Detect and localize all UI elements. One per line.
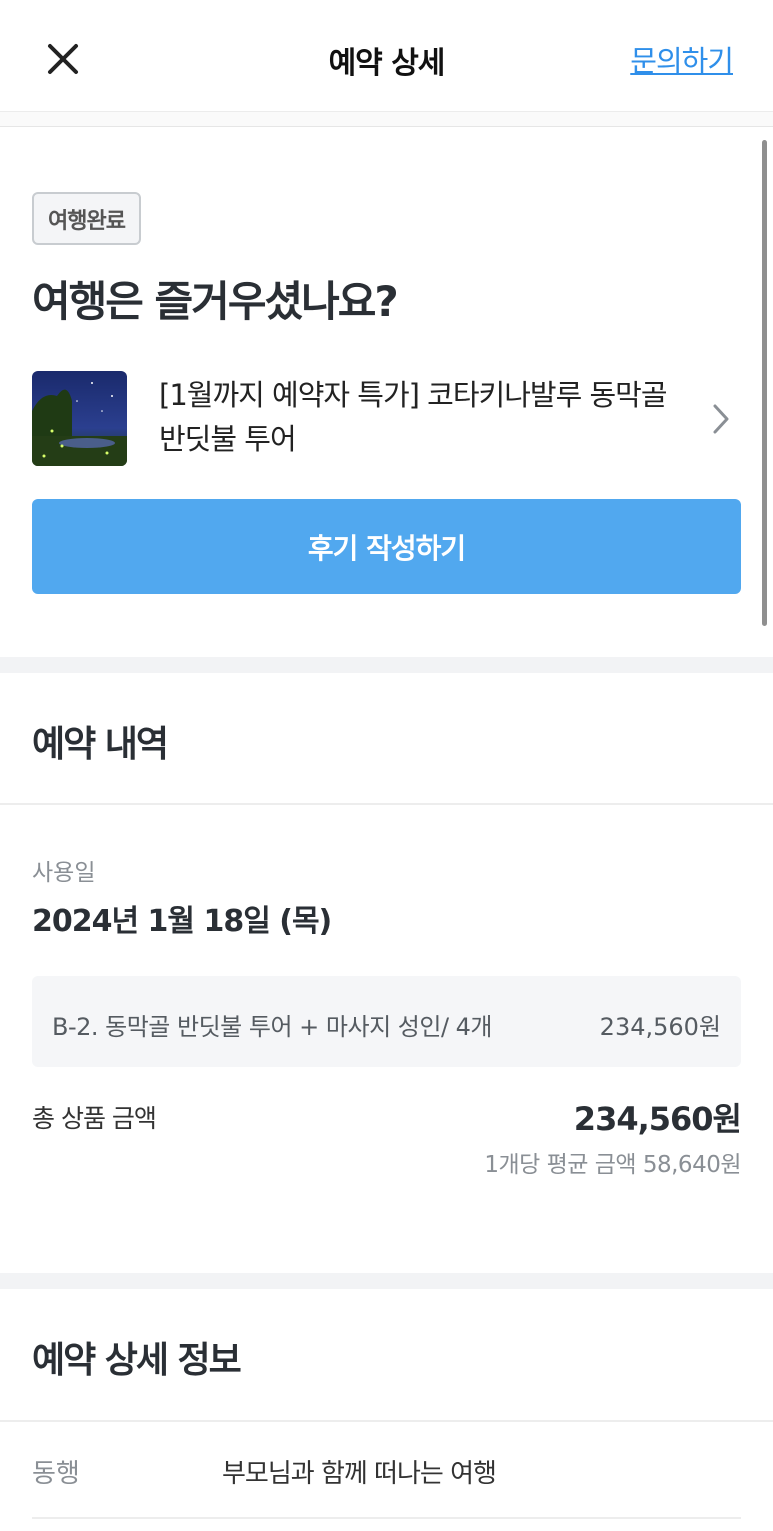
product-link-row[interactable]: [1월까지 예약자 특가] 코타키나발루 동막골 반딧불 투어 [32,371,741,467]
inquiry-link[interactable]: 문의하기 [630,38,734,80]
divider [0,803,773,805]
chevron-right-icon [713,404,729,434]
reservation-section-title: 예약 내역 [32,724,169,765]
divider [32,1517,741,1519]
header-divider [0,112,773,127]
total-label: 총 상품 금액 [32,1104,157,1133]
trip-question-heading: 여행은 즐거우셨나요? [32,277,399,326]
option-item: B-2. 동막골 반딧불 투어 + 마사지 성인/ 4개 234,560원 [32,976,741,1067]
use-date-label: 사용일 [32,860,96,886]
section-divider [0,657,773,673]
info-value-companion: 부모님과 함께 떠나는 여행 [222,1459,497,1489]
divider [0,1420,773,1422]
reservation-detail-page: 예약 상세 문의하기 여행완료 여행은 즐거우셨나요? [1월까지 예약자 특가… [0,0,773,1531]
use-date: 2024년 1월 18일 (목) [32,904,332,939]
info-key-companion: 동행 [32,1459,80,1489]
product-thumbnail [32,371,127,466]
option-name: B-2. 동막골 반딧불 투어 + 마사지 성인/ 4개 [52,1013,493,1041]
total-value: 234,560원 [573,1100,742,1138]
status-badge: 여행완료 [32,192,141,245]
top-header: 예약 상세 문의하기 [0,0,773,112]
average-price-text: 1개당 평균 금액 58,640원 [484,1152,741,1178]
product-name: [1월까지 예약자 특가] 코타키나발루 동막골 반딧불 투어 [159,378,668,456]
write-review-button[interactable]: 후기 작성하기 [32,499,741,594]
option-price: 234,560원 [599,1013,721,1041]
details-section-title: 예약 상세 정보 [32,1340,242,1381]
scrollbar[interactable] [762,140,767,626]
section-divider [0,1273,773,1289]
